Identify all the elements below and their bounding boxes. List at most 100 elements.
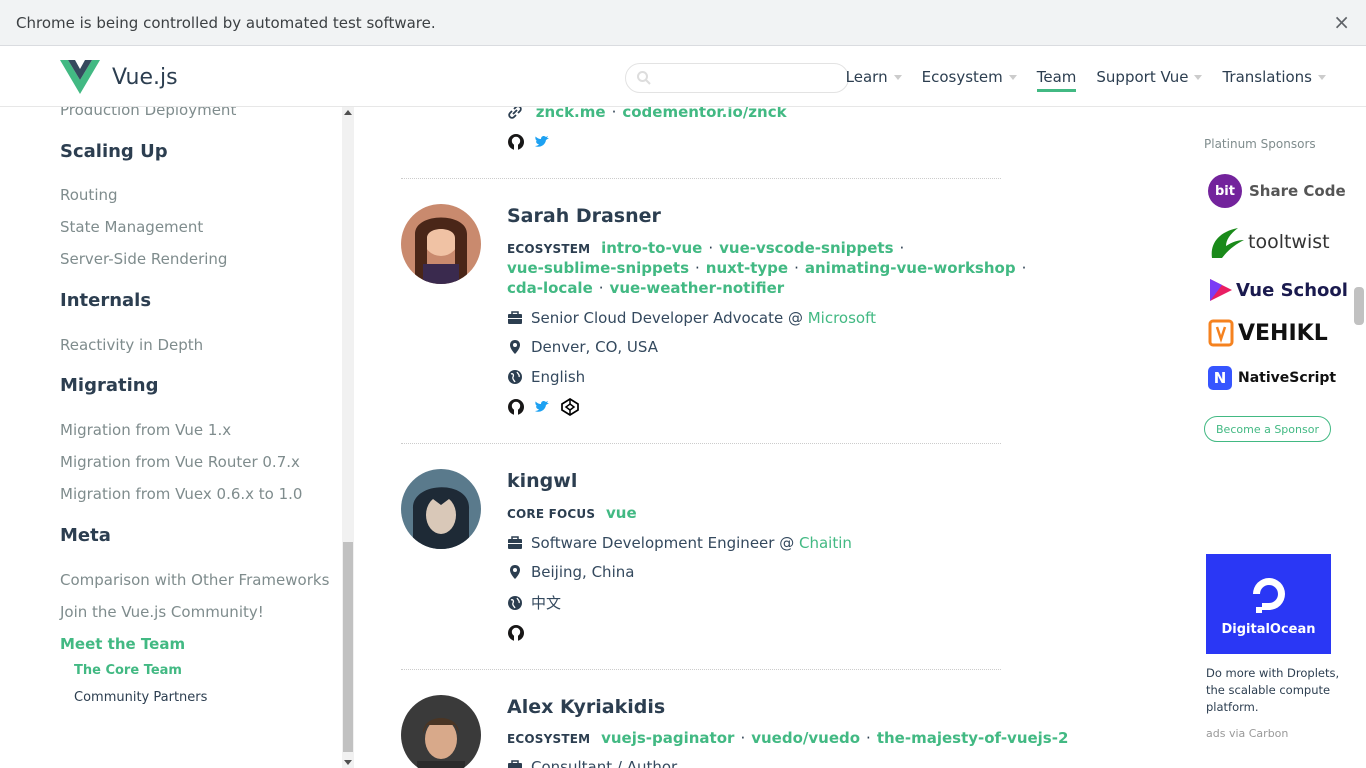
sponsor-vue-school[interactable]: Vue School [1208, 277, 1348, 303]
sponsors-column: Platinum Sponsors bit Share Code tooltwi… [1194, 107, 1352, 768]
project-link[interactable]: vue-weather-notifier [610, 279, 785, 297]
github-icon[interactable] [507, 133, 525, 151]
automation-infobar: Chrome is being controlled by automated … [0, 0, 1366, 46]
github-icon[interactable] [507, 398, 525, 416]
sidebar-item-production-deployment[interactable]: Production Deployment [60, 107, 236, 119]
project-link[interactable]: vue-sublime-snippets [507, 259, 689, 277]
nav-support-vue[interactable]: Support Vue [1096, 62, 1203, 92]
project-link[interactable]: animating-vue-workshop [805, 259, 1016, 277]
platinum-sponsors-label: Platinum Sponsors [1204, 137, 1316, 151]
scroll-down-icon[interactable] [344, 760, 352, 765]
page-scrollbar[interactable] [1352, 107, 1366, 768]
vue-logo-icon [60, 60, 100, 94]
link-icon [508, 107, 522, 119]
separator-dot: · [899, 239, 905, 257]
tooltwist-logo-icon [1211, 228, 1244, 258]
nav-translations[interactable]: Translations [1222, 62, 1326, 92]
vehikl-logo-icon [1208, 319, 1234, 347]
sponsor-vehikl[interactable]: VEHIKL [1208, 319, 1328, 347]
project-link[interactable]: cda-locale [507, 279, 593, 297]
social-links [507, 397, 585, 417]
sponsor-bit[interactable]: bit Share Code [1208, 174, 1346, 208]
digitalocean-logo-icon [1252, 577, 1285, 613]
avatar [401, 469, 481, 549]
member-projects: ECOSYSTEM intro-to-vue · vue-vscode-snippe… [507, 239, 910, 257]
member-tag: ECOSYSTEM [507, 732, 591, 746]
separator-dot: · [866, 729, 871, 747]
sponsor-name: Vue School [1236, 279, 1348, 301]
sponsor-name: NativeScript [1238, 370, 1337, 386]
scrollbar-thumb[interactable] [343, 542, 353, 752]
sidebar-heading-migrating: Migrating [60, 375, 159, 396]
nav-support-label: Support Vue [1096, 67, 1189, 86]
carbon-ad-text[interactable]: Do more with Droplets, the scalable comp… [1206, 665, 1341, 716]
sidebar-scrollbar[interactable] [342, 107, 354, 768]
sidebar-item-migration-vue1[interactable]: Migration from Vue 1.x [60, 421, 231, 439]
sidebar-subitem-core-team[interactable]: The Core Team [74, 663, 182, 678]
member-location: Beijing, China [507, 563, 634, 581]
sidebar-item-meet-the-team[interactable]: Meet the Team [60, 635, 185, 653]
member-location-text: Denver, CO, USA [531, 338, 658, 356]
nav-learn[interactable]: Learn [846, 62, 902, 92]
sidebar-item-state-management[interactable]: State Management [60, 218, 203, 236]
nav-translations-label: Translations [1222, 67, 1312, 86]
member-projects-line3: cda-locale · vue-weather-notifier [507, 279, 784, 297]
chevron-down-icon [893, 75, 902, 80]
map-marker-icon [510, 565, 520, 579]
carbon-via-link[interactable]: ads via Carbon [1206, 727, 1288, 740]
separator-dot: · [695, 259, 700, 277]
sidebar-item-migration-router[interactable]: Migration from Vue Router 0.7.x [60, 453, 300, 471]
sidebar-subitem-community-partners[interactable]: Community Partners [74, 690, 207, 705]
member-tag: ECOSYSTEM [507, 242, 591, 256]
carbon-ad-image[interactable]: DigitalOcean [1206, 554, 1331, 654]
nativescript-logo-icon: N [1208, 366, 1232, 390]
project-link[interactable]: vuedo/vuedo [751, 729, 860, 747]
search-input[interactable] [625, 63, 849, 93]
become-sponsor-button[interactable]: Become a Sponsor [1204, 416, 1331, 442]
project-link[interactable]: vuejs-paginator [601, 729, 734, 747]
project-link[interactable]: the-majesty-of-vuejs-2 [877, 729, 1069, 747]
globe-icon [508, 596, 522, 610]
member-work-title: Software Development Engineer @ [531, 534, 799, 552]
nav-ecosystem[interactable]: Ecosystem [922, 62, 1017, 92]
close-icon[interactable]: × [1333, 12, 1350, 32]
link-znck-me[interactable]: znck.me [536, 107, 606, 121]
twitter-icon[interactable] [533, 398, 551, 416]
separator-dot: · [740, 729, 746, 747]
team-member-list: znck.me · codementor.io/znck Sarah Drasner… [354, 107, 1194, 768]
sponsor-name: VEHIKL [1238, 320, 1328, 346]
project-link[interactable]: nuxt-type [706, 259, 788, 277]
link-codementor[interactable]: codementor.io/znck [622, 107, 786, 121]
twitter-icon[interactable] [533, 133, 551, 151]
project-link[interactable]: intro-to-vue [601, 239, 702, 257]
scrollbar-thumb[interactable] [1354, 287, 1364, 325]
project-link[interactable]: vue-vscode-snippets [719, 239, 893, 257]
digitalocean-brand: DigitalOcean [1221, 621, 1316, 637]
codepen-icon[interactable] [559, 397, 579, 417]
company-link[interactable]: Microsoft [808, 309, 876, 327]
sponsor-name: Share Code [1249, 182, 1346, 200]
member-divider [401, 443, 1001, 444]
separator-dot: · [598, 279, 604, 297]
sidebar-item-migration-vuex[interactable]: Migration from Vuex 0.6.x to 1.0 [60, 485, 302, 503]
sidebar-item-reactivity[interactable]: Reactivity in Depth [60, 336, 203, 354]
sponsor-nativescript[interactable]: N NativeScript [1208, 366, 1336, 390]
sidebar-item-routing[interactable]: Routing [60, 186, 118, 204]
sponsor-tooltwist[interactable]: tooltwist [1208, 224, 1330, 260]
project-link[interactable]: vue [606, 504, 637, 522]
scroll-up-icon[interactable] [344, 110, 352, 115]
logo-link[interactable]: Vue.js [60, 60, 178, 94]
member-tag: CORE FOCUS [507, 507, 596, 521]
sidebar-item-comparison[interactable]: Comparison with Other Frameworks [60, 571, 329, 589]
sidebar-item-ssr[interactable]: Server-Side Rendering [60, 250, 227, 268]
separator-dot: · [794, 259, 799, 277]
member-name: kingwl [507, 470, 578, 492]
member-divider [401, 669, 1001, 670]
sidebar-item-community[interactable]: Join the Vue.js Community! [60, 603, 264, 621]
member-work-title: Consultant / Author [531, 758, 678, 768]
nav-team[interactable]: Team [1036, 61, 1077, 92]
nav-learn-label: Learn [845, 67, 888, 86]
company-link[interactable]: Chaitin [799, 534, 852, 552]
github-icon[interactable] [507, 624, 525, 642]
logo-text: Vue.js [112, 64, 178, 90]
